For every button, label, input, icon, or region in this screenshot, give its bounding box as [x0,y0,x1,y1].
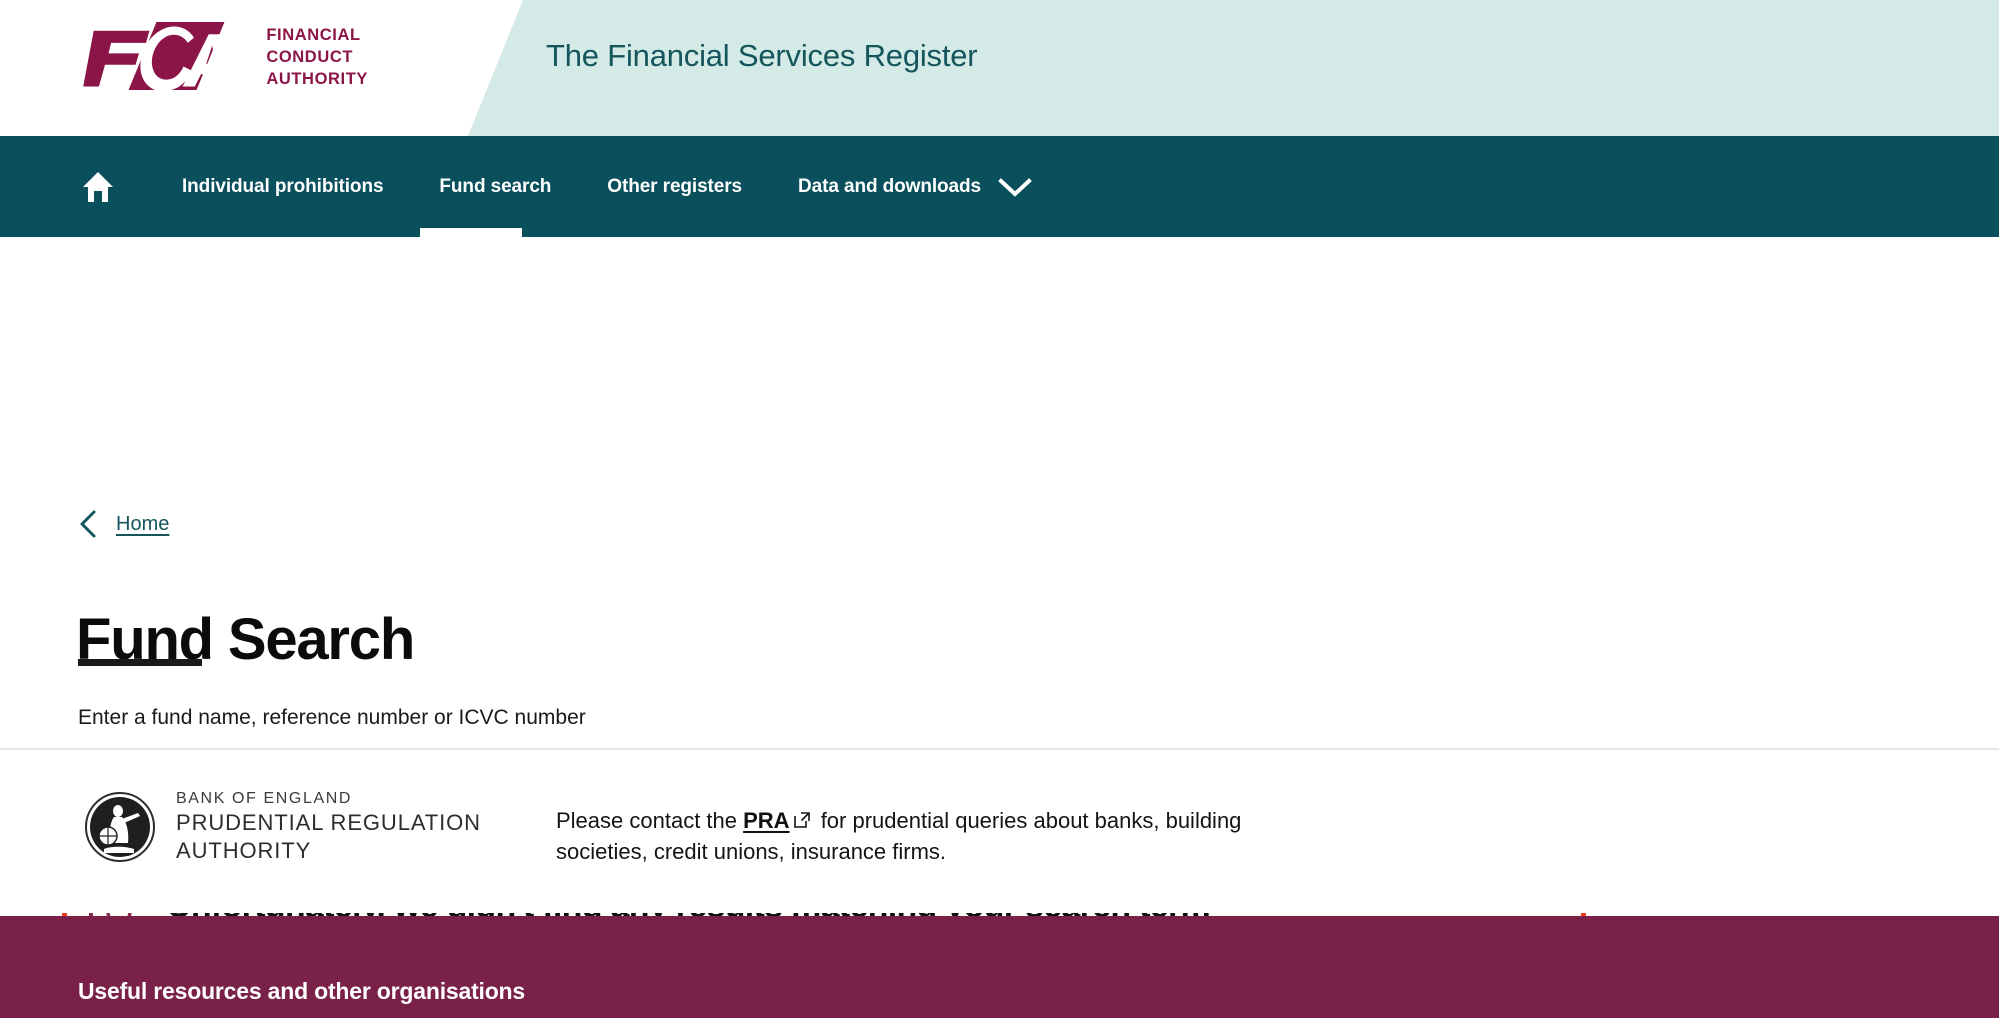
chevron-down-icon [998,177,1032,197]
register-title: The Financial Services Register [546,38,978,73]
pra-external-link[interactable]: PRA [743,808,789,833]
pra-logo: BANK OF ENGLAND PRUDENTIAL REGULATION AU… [84,790,481,864]
breadcrumb-link-home[interactable]: Home [116,513,169,536]
fca-logo-wordmark: FINANCIAL CONDUCT AUTHORITY [266,25,368,89]
pra-footer-section: BANK OF ENGLAND PRUDENTIAL REGULATION AU… [0,750,1999,913]
useful-resources-section: Useful resources and other organisations [0,916,1999,1018]
nav-item-fund-search[interactable]: Fund search [411,136,579,237]
nav-active-indicator [420,228,522,237]
nav-item-data-and-downloads[interactable]: Data and downloads [770,136,1009,237]
nav-home-button[interactable] [60,136,136,237]
title-underline-rule [78,659,202,666]
fca-logo[interactable]: FINANCIAL CONDUCT AUTHORITY [78,12,368,100]
useful-resources-title: Useful resources and other organisations [78,978,526,1004]
pra-contact-text: Please contact the PRA for prudential qu… [556,805,1316,867]
nav-item-other-registers[interactable]: Other registers [579,136,770,237]
site-header: FINANCIAL CONDUCT AUTHORITY The Financia… [0,0,1999,136]
home-icon [83,171,113,202]
pra-logo-line-bank-of-england: BANK OF ENGLAND [176,790,353,807]
search-field-label: Enter a fund name, reference number or I… [78,706,586,729]
chevron-left-icon [80,510,96,538]
pra-text-before: Please contact the [556,808,744,833]
nav-item-individual-prohibitions[interactable]: Individual prohibitions [136,136,411,237]
breadcrumb[interactable]: Home [78,509,169,539]
external-link-icon [793,812,810,828]
bank-of-england-seal-icon [85,792,155,862]
pra-logo-line-authority: AUTHORITY [176,838,312,863]
nav-dropdown-toggle[interactable] [995,136,1059,237]
pra-logo-line-prudential-regulation: PRUDENTIAL REGULATION [176,810,481,835]
fca-logo-mark [83,22,230,92]
primary-navigation: Individual prohibitions Fund search Othe… [0,136,1999,237]
